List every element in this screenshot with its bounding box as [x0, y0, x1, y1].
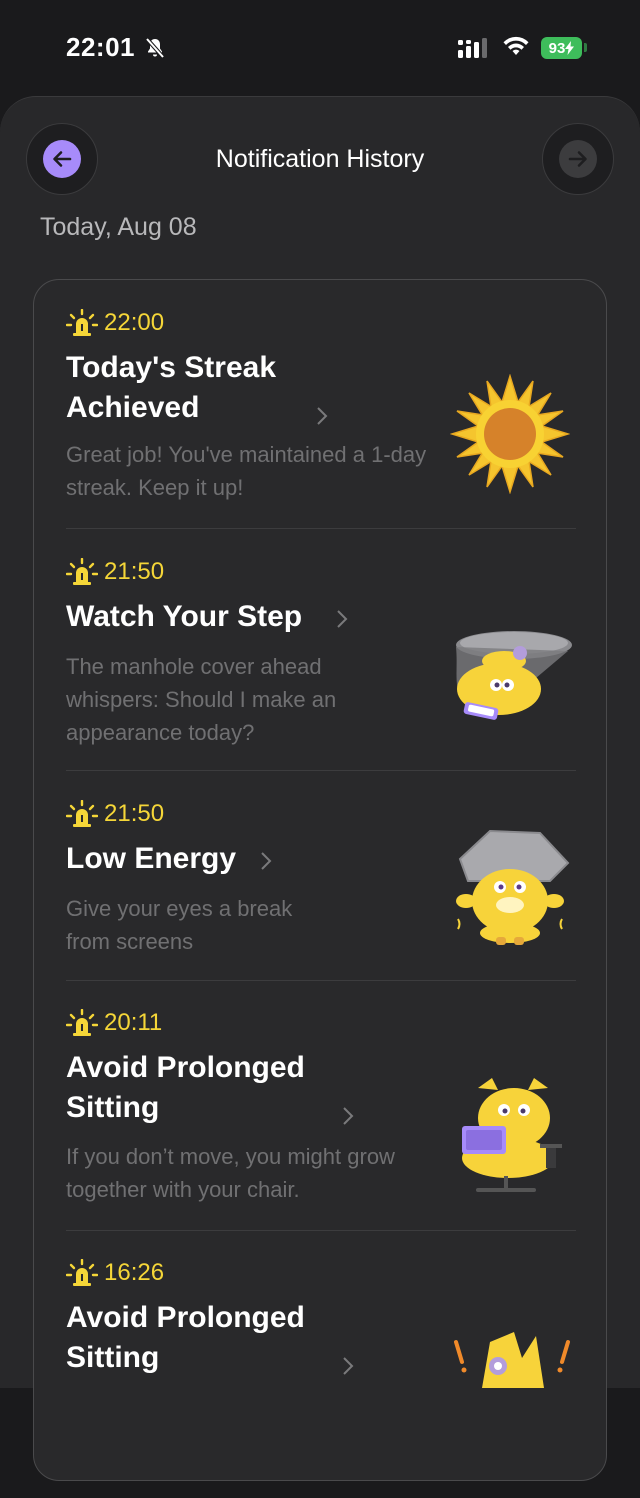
tired-cat-illustration [456, 829, 570, 945]
notification-title: Avoid Prolonged Sitting [66, 1301, 305, 1374]
manhole-cat-illustration [456, 631, 572, 720]
notification-history-sheet: Notification History Today, Aug 08 22:00… [0, 96, 640, 1481]
notification-title: Low Energy [66, 842, 237, 875]
sunflower-illustration [450, 374, 570, 494]
divider [66, 770, 576, 771]
notification-time: 21:50 [66, 557, 164, 587]
notification-item[interactable]: 20:11 Avoid Prolonged Sitting If you don… [66, 1008, 576, 1228]
wifi-icon [503, 36, 529, 55]
arrow-right-icon [568, 151, 587, 167]
alarm-light-icon [66, 1009, 98, 1036]
notification-item[interactable]: 16:26 Avoid Prolonged Sitting [66, 1258, 576, 1498]
alarm-light-icon [66, 1259, 98, 1286]
notification-title: Today's Streak Achieved [66, 351, 276, 424]
alarm-light-icon [66, 800, 98, 827]
forward-button[interactable] [542, 123, 614, 195]
battery-nub [584, 43, 587, 52]
alarm-light-icon [66, 558, 98, 585]
battery-indicator: 93 [541, 37, 582, 59]
notification-description: If you don’t move, you might grow togeth… [66, 1144, 395, 1202]
notification-description: The manhole cover ahead whispers: Should… [66, 654, 337, 745]
status-bar: 22:01 93 [0, 0, 640, 96]
chevron-right-icon [317, 407, 328, 425]
notification-time-text: 21:50 [104, 800, 165, 827]
notification-item[interactable]: 21:50 Watch Your Step The manhole cover … [66, 557, 576, 757]
notification-description: Give your eyes a break from screens [66, 896, 293, 954]
notification-time: 20:11 [66, 1008, 162, 1038]
date-label: Today, Aug 08 [40, 213, 197, 241]
notification-item[interactable]: 21:50 Low Energy Give your eyes a break … [66, 799, 576, 979]
notification-time-text: 21:50 [104, 558, 165, 585]
notification-item[interactable]: 22:00 Today's Streak Achieved Great job!… [66, 308, 576, 528]
charging-bolt-icon [565, 41, 575, 55]
chevron-right-icon [343, 1107, 354, 1125]
notification-time: 21:50 [66, 799, 164, 829]
bell-off-icon [145, 37, 165, 59]
alarm-light-icon [66, 309, 98, 336]
notification-time: 22:00 [66, 308, 164, 338]
divider [66, 980, 576, 981]
forward-button-circle [559, 140, 597, 178]
signal-icon [458, 38, 487, 58]
notification-time-text: 16:26 [104, 1259, 165, 1286]
notification-list-card: 22:00 Today's Streak Achieved Great job!… [33, 279, 607, 1481]
notification-time: 16:26 [66, 1258, 164, 1288]
status-time: 22:01 [66, 32, 135, 62]
notification-time-text: 20:11 [104, 1009, 163, 1036]
laptop-cat-illustration [462, 1078, 562, 1192]
battery-level: 93 [548, 39, 566, 57]
notification-time-text: 22:00 [104, 309, 165, 336]
divider [66, 1230, 576, 1231]
alert-cat-illustration [454, 1332, 570, 1388]
divider [66, 528, 576, 529]
chevron-right-icon [337, 610, 348, 628]
notification-title: Avoid Prolonged Sitting [66, 1051, 305, 1124]
notification-title: Watch Your Step [66, 600, 303, 633]
chevron-right-icon [343, 1357, 354, 1375]
notification-description: Great job! You've maintained a 1-day str… [66, 442, 427, 500]
chevron-right-icon [261, 852, 272, 870]
